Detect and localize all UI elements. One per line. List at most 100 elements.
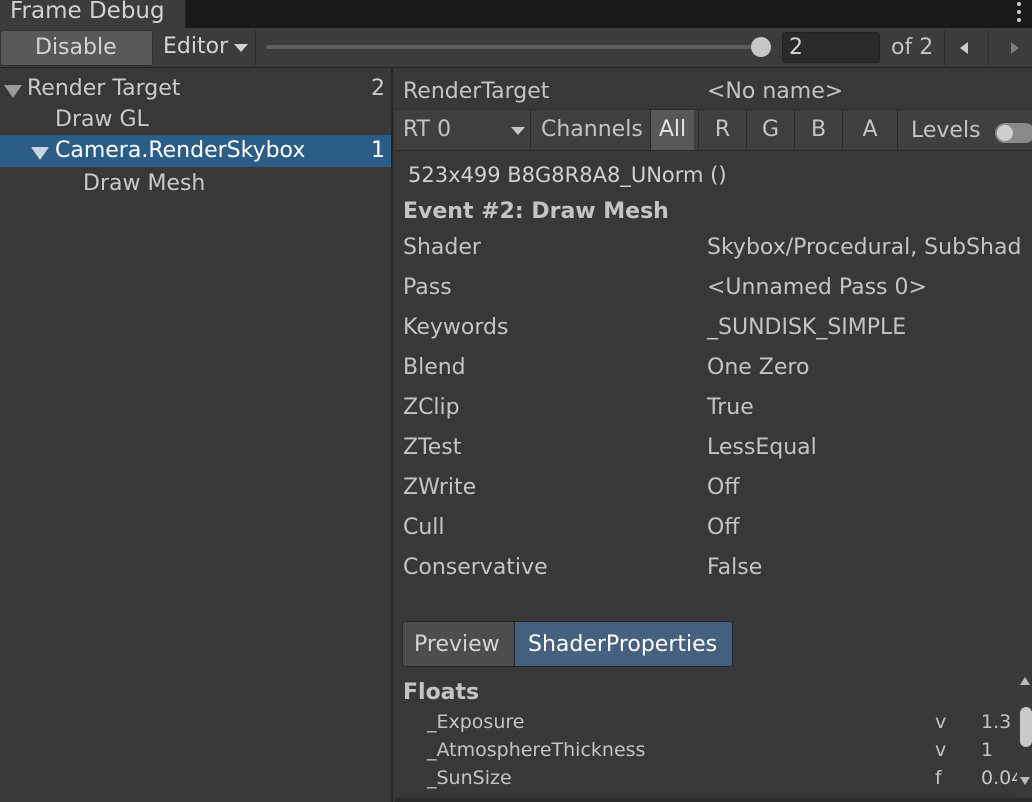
scroll-up-icon[interactable]	[1020, 677, 1030, 685]
render-target-label: RenderTarget	[403, 79, 550, 104]
prop-key: Shader	[403, 235, 481, 260]
channel-button-r[interactable]: R	[698, 110, 746, 150]
float-row: _SunSize f 0.04	[395, 767, 1017, 793]
prop-key: ZClip	[403, 395, 460, 420]
channel-label: All	[658, 117, 687, 142]
prop-key: Conservative	[403, 555, 548, 580]
float-value: 0.04	[981, 767, 1017, 789]
levels-toggle[interactable]	[995, 123, 1032, 143]
prop-key: ZWrite	[403, 475, 477, 500]
arrow-right-icon	[1011, 42, 1019, 54]
channels-label: Channels	[541, 117, 643, 142]
kebab-icon[interactable]	[1016, 2, 1022, 24]
prop-value: <Unnamed Pass 0>	[707, 275, 927, 300]
tab-shader-properties[interactable]: ShaderProperties	[514, 621, 733, 667]
frame-count: of 2	[891, 35, 934, 60]
tree-item-count: 1	[371, 138, 385, 163]
prop-key: Keywords	[403, 315, 509, 340]
title-bar: Frame Debug	[0, 0, 1032, 28]
float-type: f	[935, 767, 942, 789]
prop-value: One Zero	[707, 355, 810, 380]
prop-row: Keywords _SUNDISK_SIMPLE	[395, 315, 1032, 351]
tab-title: Frame Debug	[10, 0, 165, 24]
float-name: _SunSize	[427, 767, 512, 789]
rt-select-value: RT 0	[403, 117, 452, 142]
chevron-down-icon	[511, 127, 525, 135]
event-title: Event #2: Draw Mesh	[403, 199, 669, 224]
channel-label: B	[810, 117, 827, 142]
channel-button-g[interactable]: G	[746, 110, 794, 150]
divider	[395, 798, 1032, 802]
frame-number-input[interactable]	[782, 32, 880, 63]
float-row: _AtmosphereThickness v 1	[395, 739, 1017, 765]
prop-value: _SUNDISK_SIMPLE	[707, 315, 907, 340]
prop-key: Pass	[403, 275, 452, 300]
prop-key: Blend	[403, 355, 466, 380]
rt-select-dropdown[interactable]: RT 0	[395, 110, 531, 150]
float-row: _Exposure v 1.3	[395, 711, 1017, 737]
tree-item-camera-renderskybox[interactable]: Camera.RenderSkybox 1	[0, 135, 391, 167]
prop-value: True	[707, 395, 754, 420]
float-type: v	[935, 711, 947, 733]
prop-row: Blend One Zero	[395, 355, 1032, 391]
event-details: RenderTarget <No name> RT 0 Channels All…	[395, 69, 1032, 802]
toolbar: Disable Editor of 2	[0, 28, 1032, 68]
channel-bar: RT 0 Channels All R G B A Levels	[395, 109, 1032, 151]
tab-shader-properties-label: ShaderProperties	[528, 632, 718, 657]
channel-button-all[interactable]: All	[650, 110, 694, 150]
scroll-down-icon[interactable]	[1020, 777, 1030, 785]
prop-row: ZTest LessEqual	[395, 435, 1032, 471]
prop-row: Shader Skybox/Procedural, SubShad	[395, 235, 1032, 271]
prop-row: ZClip True	[395, 395, 1032, 431]
format-info: 523x499 B8G8R8A8_UNorm ()	[408, 163, 727, 187]
prop-key: Cull	[403, 515, 445, 540]
tree-item-draw-gl[interactable]: Draw GL	[0, 104, 391, 136]
tree-item-draw-mesh[interactable]: Draw Mesh	[0, 168, 391, 200]
tab-frame-debug[interactable]: Frame Debug	[0, 0, 186, 28]
frame-slider-track[interactable]	[266, 45, 766, 49]
prop-value: LessEqual	[707, 435, 817, 460]
float-name: _Exposure	[427, 711, 525, 733]
scroll-thumb[interactable]	[1020, 707, 1032, 747]
disable-button[interactable]: Disable	[0, 30, 153, 66]
next-frame-button[interactable]	[988, 30, 1028, 66]
float-value: 1	[981, 739, 994, 761]
channel-button-a[interactable]: A	[842, 110, 898, 150]
prev-frame-button[interactable]	[944, 30, 984, 66]
float-value: 1.3	[981, 711, 1012, 733]
float-type: v	[935, 739, 947, 761]
channel-label: G	[761, 117, 780, 142]
disable-button-label: Disable	[35, 35, 117, 60]
event-tree: Render Target 2 Draw GL Camera.RenderSky…	[0, 69, 393, 802]
prop-key: ZTest	[403, 435, 462, 460]
arrow-left-icon	[960, 42, 968, 54]
prop-value: Off	[707, 515, 740, 540]
triangle-down-icon[interactable]	[4, 85, 22, 98]
prop-row: Cull Off	[395, 515, 1032, 551]
prop-value: False	[707, 555, 763, 580]
tree-item-label: Draw GL	[55, 107, 149, 132]
prop-row: ZWrite Off	[395, 475, 1032, 511]
float-name: _AtmosphereThickness	[427, 739, 646, 761]
tree-item-label: Draw Mesh	[83, 171, 206, 196]
levels-label: Levels	[911, 118, 981, 143]
tree-item-render-target[interactable]: Render Target 2	[0, 73, 391, 105]
floats-scrollbar[interactable]	[1017, 673, 1032, 802]
prop-row: Pass <Unnamed Pass 0>	[395, 275, 1032, 311]
tree-item-count: 2	[371, 76, 385, 101]
tab-preview-label: Preview	[414, 632, 500, 657]
channel-label: A	[862, 117, 878, 142]
render-target-row: RenderTarget <No name>	[395, 75, 1032, 109]
prop-row: Conservative False	[395, 555, 1032, 591]
chevron-down-icon	[234, 44, 248, 52]
render-target-value: <No name>	[707, 79, 844, 104]
triangle-down-icon[interactable]	[31, 147, 49, 160]
floats-section-title: Floats	[403, 680, 480, 705]
tab-preview[interactable]: Preview	[402, 621, 515, 667]
prop-value: Skybox/Procedural, SubShad	[707, 235, 1022, 260]
editor-dropdown[interactable]: Editor	[156, 30, 256, 66]
frame-slider-thumb[interactable]	[751, 37, 771, 57]
channel-button-b[interactable]: B	[794, 110, 842, 150]
tree-item-label: Render Target	[27, 76, 181, 101]
prop-value: Off	[707, 475, 740, 500]
